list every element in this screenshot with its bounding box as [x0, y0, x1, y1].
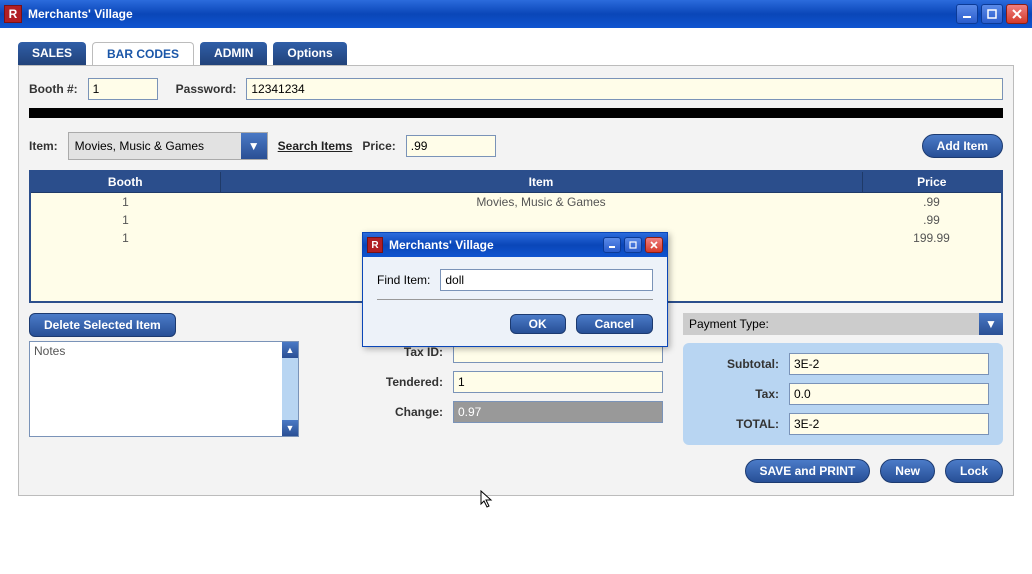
cell-booth: 1: [30, 211, 220, 229]
col-booth: Booth: [30, 171, 220, 193]
notes-content: Notes: [30, 342, 282, 436]
search-items-link[interactable]: Search Items: [278, 139, 353, 153]
cell-booth: 1: [30, 193, 220, 212]
change-output: [453, 401, 663, 423]
notes-textarea[interactable]: Notes ▲ ▼: [29, 341, 299, 437]
payment-type-label: Payment Type:: [689, 317, 769, 331]
cell-item: Movies, Music & Games: [220, 193, 862, 212]
total-label: TOTAL:: [736, 417, 779, 431]
cell-price: .99: [862, 211, 1002, 229]
cell-booth: 1: [30, 229, 220, 247]
scroll-down-icon[interactable]: ▼: [282, 420, 298, 436]
find-item-label: Find Item:: [377, 273, 430, 287]
dialog-title: Merchants' Village: [389, 238, 603, 252]
find-item-dialog: R Merchants' Village Find Item: OK Cance…: [362, 232, 668, 347]
tendered-label: Tendered:: [386, 375, 443, 389]
cell-item: [220, 211, 862, 229]
password-label: Password:: [176, 82, 237, 96]
find-item-input[interactable]: [440, 269, 653, 291]
dialog-maximize-button[interactable]: [624, 237, 642, 253]
dialog-close-button[interactable]: [645, 237, 663, 253]
ok-button[interactable]: OK: [510, 314, 566, 334]
tendered-input[interactable]: [453, 371, 663, 393]
taxid-label: Tax ID:: [404, 345, 443, 359]
item-select[interactable]: Movies, Music & Games ▼: [68, 132, 268, 160]
dialog-titlebar: R Merchants' Village: [363, 233, 667, 257]
tab-admin[interactable]: ADMIN: [200, 42, 267, 65]
payment-type-select[interactable]: Payment Type: ▼: [683, 313, 1003, 335]
password-input[interactable]: [246, 78, 1003, 100]
chevron-down-icon: ▼: [979, 313, 1003, 335]
cell-price: .99: [862, 193, 1002, 212]
maximize-button[interactable]: [981, 4, 1003, 24]
new-button[interactable]: New: [880, 459, 935, 483]
booth-label: Booth #:: [29, 82, 78, 96]
chevron-down-icon: ▼: [241, 133, 267, 159]
col-price: Price: [862, 171, 1002, 193]
app-icon: R: [367, 237, 383, 253]
price-label: Price:: [362, 139, 395, 153]
change-label: Change:: [395, 405, 443, 419]
totals-panel: Subtotal: Tax: TOTAL:: [683, 343, 1003, 445]
cancel-button[interactable]: Cancel: [576, 314, 653, 334]
tab-bar: SALES BAR CODES ADMIN Options: [18, 42, 1014, 65]
minimize-button[interactable]: [956, 4, 978, 24]
window-title: Merchants' Village: [28, 7, 956, 21]
main-window-titlebar: R Merchants' Village: [0, 0, 1032, 28]
tax-label: Tax:: [755, 387, 779, 401]
divider-bar: [29, 108, 1003, 118]
scroll-up-icon[interactable]: ▲: [282, 342, 298, 358]
notes-scrollbar[interactable]: ▲ ▼: [282, 342, 298, 436]
subtotal-output: [789, 353, 989, 375]
add-item-button[interactable]: Add Item: [922, 134, 1003, 158]
lock-button[interactable]: Lock: [945, 459, 1003, 483]
tab-options[interactable]: Options: [273, 42, 346, 65]
table-row[interactable]: 1 Movies, Music & Games .99: [30, 193, 1002, 212]
app-icon: R: [4, 5, 22, 23]
price-input[interactable]: [406, 135, 496, 157]
delete-selected-button[interactable]: Delete Selected Item: [29, 313, 176, 337]
item-label: Item:: [29, 139, 58, 153]
dialog-minimize-button[interactable]: [603, 237, 621, 253]
subtotal-label: Subtotal:: [727, 357, 779, 371]
table-row[interactable]: 1 .99: [30, 211, 1002, 229]
col-item: Item: [220, 171, 862, 193]
cell-price: 199.99: [862, 229, 1002, 247]
tab-bar-codes[interactable]: BAR CODES: [92, 42, 194, 65]
tax-output: [789, 383, 989, 405]
item-select-value: Movies, Music & Games: [75, 139, 204, 153]
total-output: [789, 413, 989, 435]
save-print-button[interactable]: SAVE and PRINT: [745, 459, 871, 483]
booth-input[interactable]: [88, 78, 158, 100]
tab-sales[interactable]: SALES: [18, 42, 86, 65]
close-button[interactable]: [1006, 4, 1028, 24]
